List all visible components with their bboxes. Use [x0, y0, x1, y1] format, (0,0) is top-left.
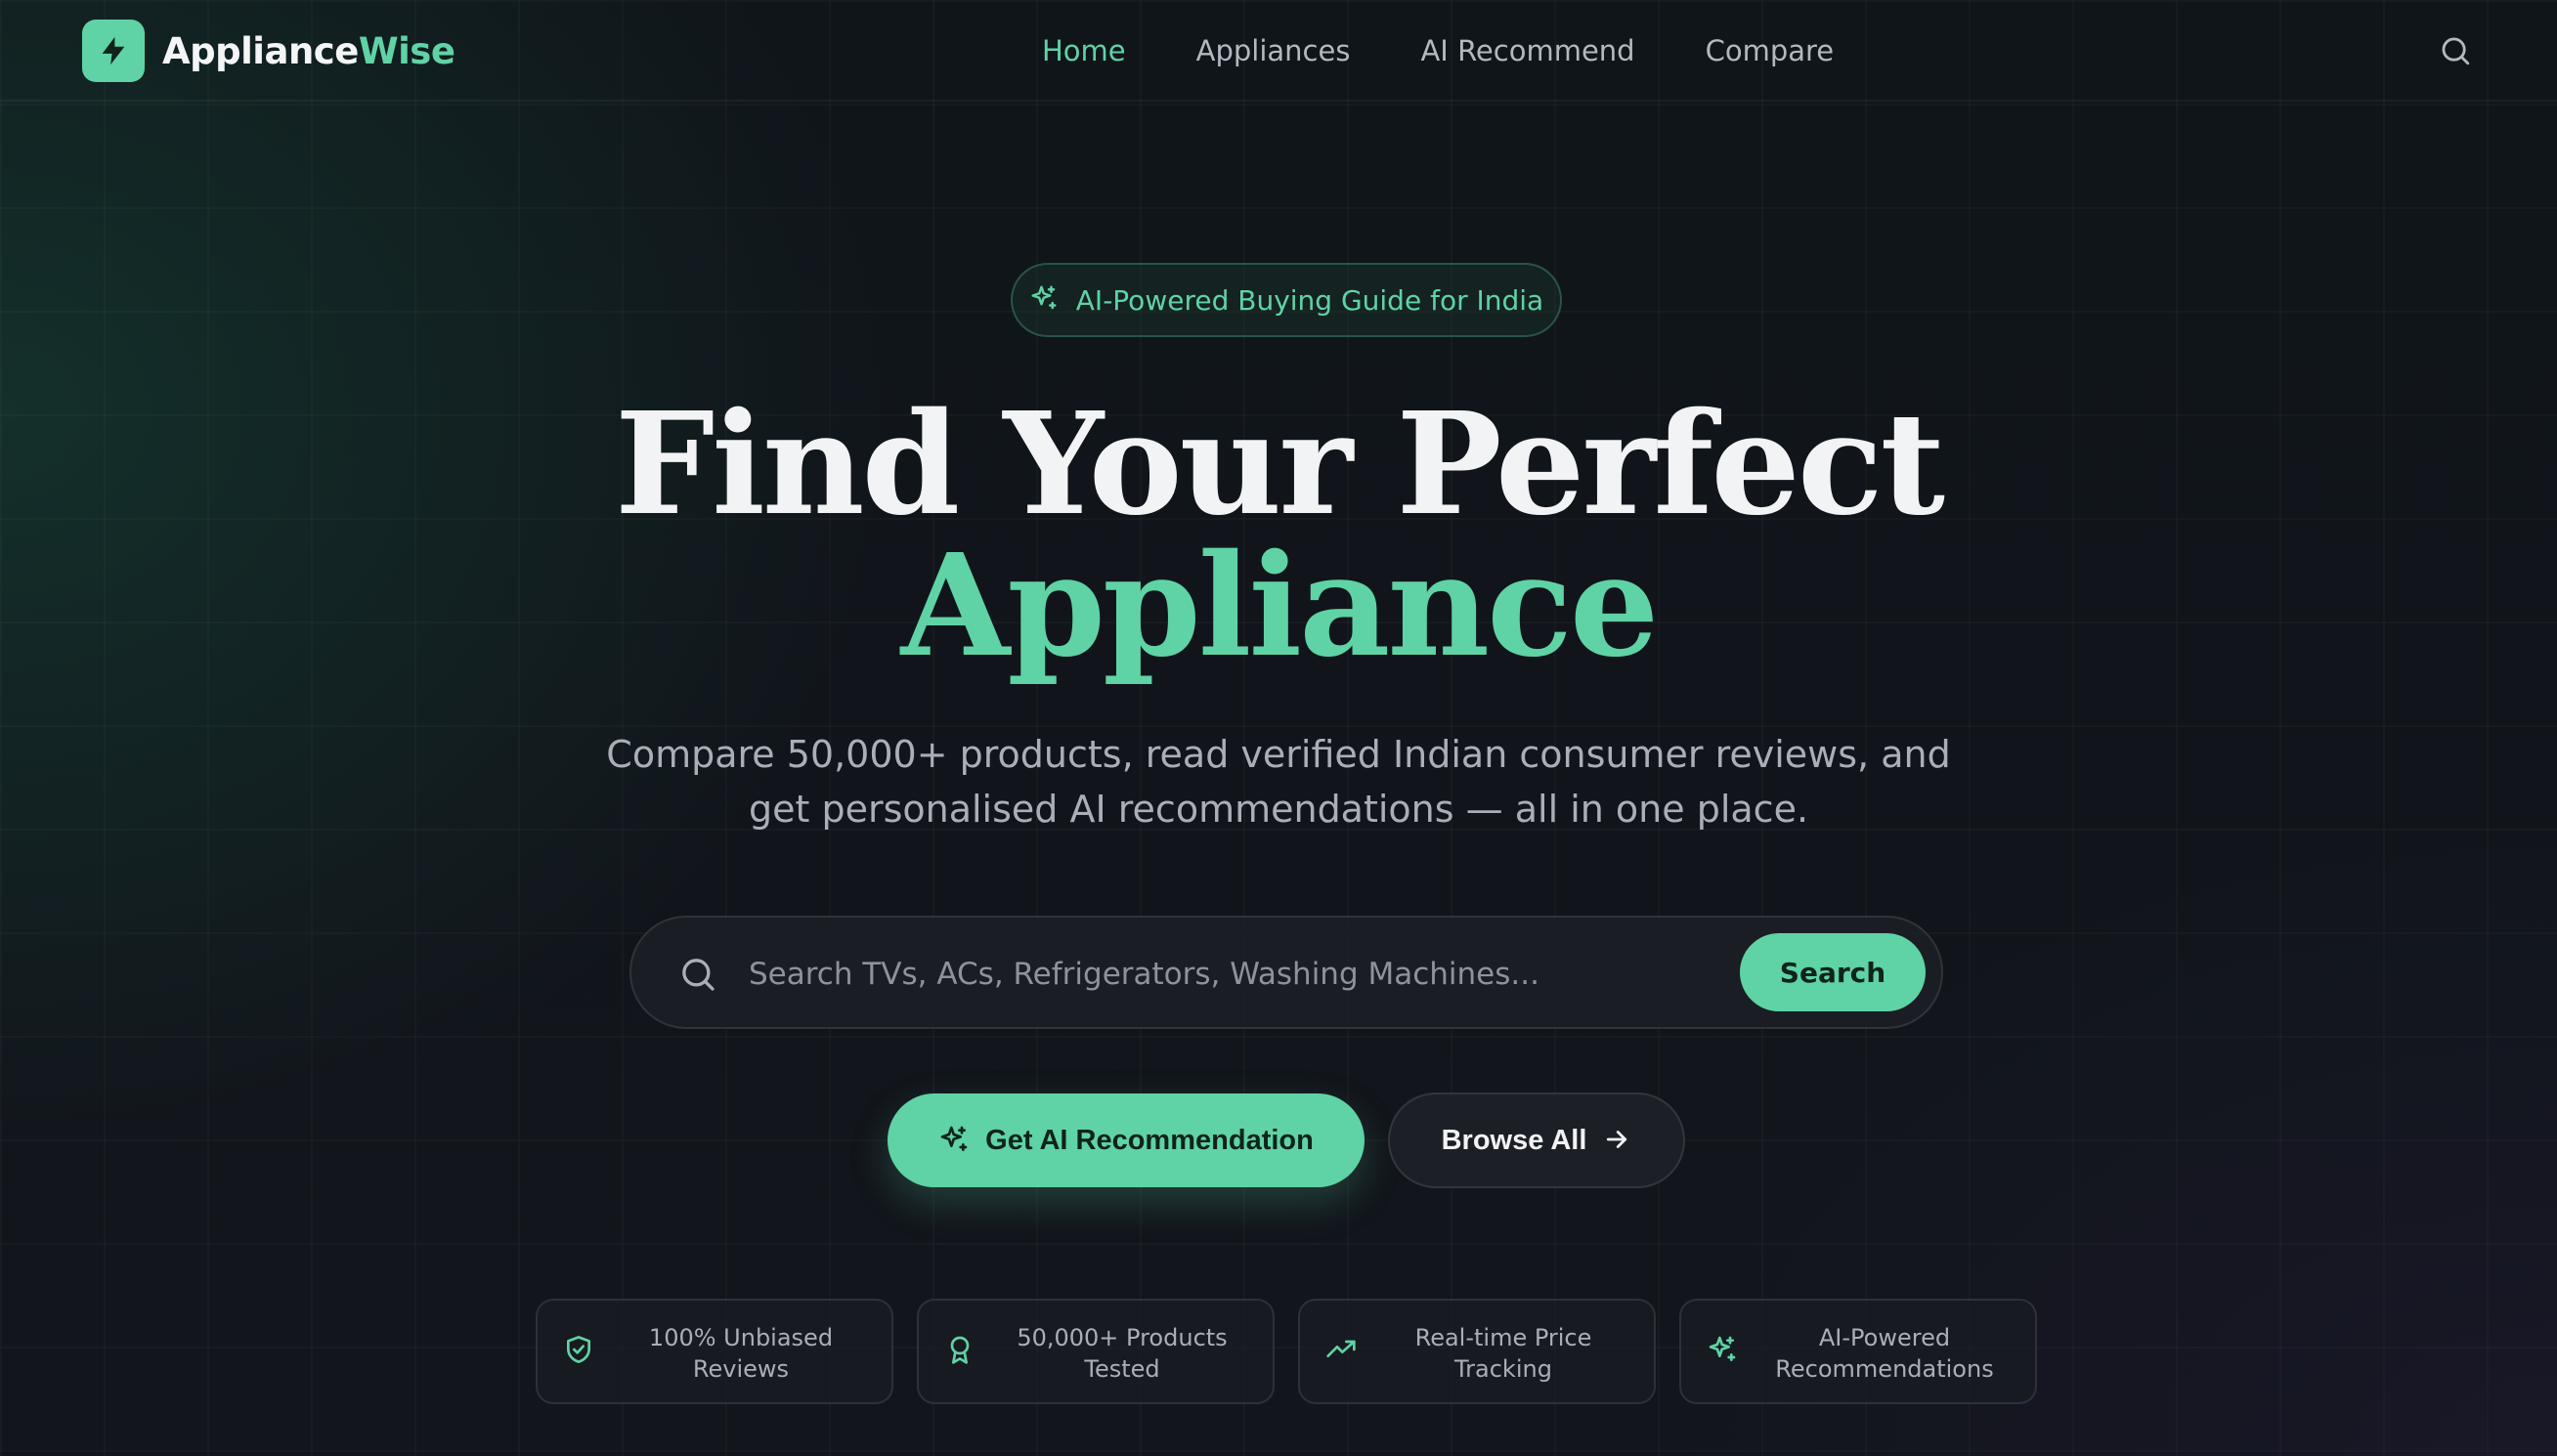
- search-bar: Search: [629, 916, 1943, 1029]
- brand-logo[interactable]: ApplianceWise: [82, 20, 455, 82]
- feature-label: AI-Powered Recommendations: [1775, 1324, 1994, 1383]
- brand-name-part2: Wise: [358, 29, 455, 72]
- main-nav: Home Appliances AI Recommend Compare: [1042, 27, 1834, 74]
- arrow-right-icon: [1602, 1125, 1631, 1157]
- feature-card-price-tracking: Real-time Price Tracking: [1298, 1299, 1656, 1404]
- feature-label: 100% Unbiased Reviews: [648, 1324, 834, 1383]
- sparkles-icon: [1029, 283, 1059, 317]
- shield-check-icon: [563, 1334, 598, 1369]
- nav-link-home[interactable]: Home: [1042, 34, 1126, 67]
- hero-badge-text: AI-Powered Buying Guide for India: [1075, 283, 1544, 317]
- hero-headline-line1: Find Your Perfect: [614, 381, 1945, 546]
- browse-all-label: Browse All: [1441, 1124, 1587, 1156]
- sparkles-icon: [1707, 1334, 1742, 1369]
- feature-label: Real-time Price Tracking: [1414, 1324, 1592, 1383]
- brand-name: ApplianceWise: [162, 30, 455, 72]
- feature-card-unbiased-reviews: 100% Unbiased Reviews: [536, 1299, 893, 1404]
- hero-headline-line2: Appliance: [900, 523, 1660, 688]
- nav-link-appliances[interactable]: Appliances: [1196, 34, 1351, 67]
- feature-highlights: 100% Unbiased Reviews 50,000+ Products T…: [536, 1299, 2037, 1404]
- search-button[interactable]: Search: [1740, 933, 1926, 1011]
- get-ai-recommendation-label: Get AI Recommendation: [985, 1124, 1314, 1156]
- search-icon: [678, 955, 717, 994]
- get-ai-recommendation-button[interactable]: Get AI Recommendation: [888, 1093, 1365, 1187]
- trending-up-icon: [1325, 1334, 1361, 1369]
- award-icon: [944, 1334, 979, 1369]
- top-navbar: ApplianceWise Home Appliances AI Recomme…: [0, 0, 2557, 102]
- browse-all-button[interactable]: Browse All: [1388, 1092, 1685, 1188]
- feature-card-products-tested: 50,000+ Products Tested: [917, 1299, 1275, 1404]
- nav-link-compare[interactable]: Compare: [1706, 34, 1835, 67]
- sparkles-icon: [938, 1124, 970, 1158]
- hero-headline: Find Your Perfect Appliance: [0, 381, 2557, 688]
- search-icon[interactable]: [2436, 31, 2475, 70]
- bolt-icon: [82, 20, 145, 82]
- feature-label: 50,000+ Products Tested: [1017, 1324, 1228, 1383]
- feature-card-ai-recommendations: AI-Powered Recommendations: [1679, 1299, 2037, 1404]
- brand-name-part1: Appliance: [162, 29, 359, 72]
- hero-badge: AI-Powered Buying Guide for India: [1011, 263, 1562, 337]
- search-input[interactable]: [749, 945, 1668, 1004]
- hero-subtitle: Compare 50,000+ products, read verified …: [606, 733, 1951, 831]
- nav-link-ai-recommend[interactable]: AI Recommend: [1420, 34, 1634, 67]
